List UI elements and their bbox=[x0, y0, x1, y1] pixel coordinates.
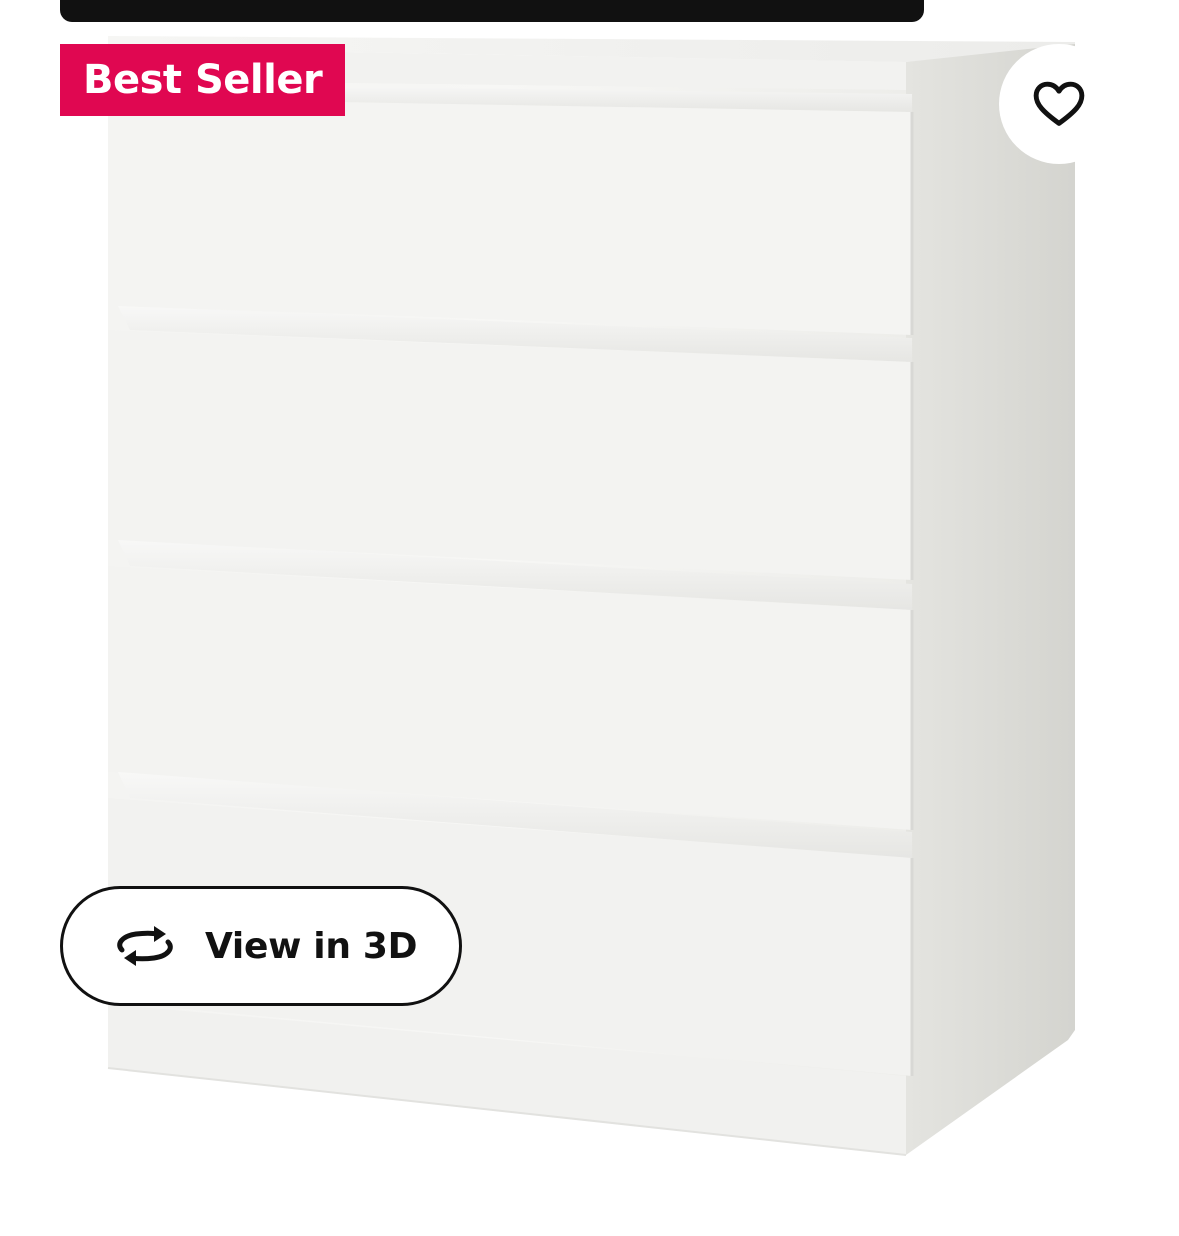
view-in-3d-button[interactable]: View in 3D bbox=[60, 886, 462, 1006]
rotate-3d-icon bbox=[117, 926, 173, 966]
top-bar bbox=[60, 0, 924, 22]
favorite-button[interactable] bbox=[999, 44, 1119, 164]
heart-outline-icon bbox=[1033, 81, 1085, 126]
view-in-3d-label: View in 3D bbox=[205, 925, 418, 967]
product-image bbox=[107, 36, 1075, 1156]
best-seller-badge: Best Seller bbox=[60, 44, 346, 116]
product-gallery: Best Seller View in 3D bbox=[0, 0, 1179, 1236]
badge-label: Best Seller bbox=[83, 57, 323, 103]
